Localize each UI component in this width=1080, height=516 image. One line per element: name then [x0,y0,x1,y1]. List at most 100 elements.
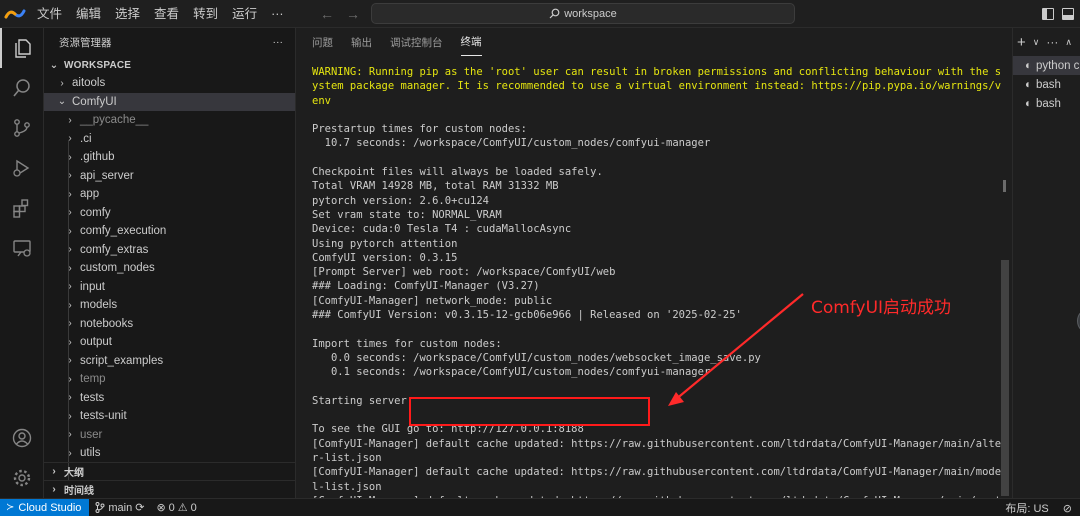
chevron-right-icon: › [68,281,72,293]
command-center-search[interactable]: workspace [371,3,795,24]
terminal-line: Total VRAM 14928 MB, total RAM 31332 MB [312,180,559,193]
tree-item[interactable]: › api_server [44,167,295,186]
chevron-right-icon: › [68,151,72,163]
chevron-right-icon: › [60,77,64,89]
annotation-label: ComfyUI启动成功 [811,298,952,318]
menu-item[interactable]: 查看 [147,0,186,28]
menu-bar: 文件 编辑 选择 查看 转到 运行 ··· [30,0,291,28]
panel-tab[interactable]: 调试控制台 [390,35,443,56]
tree-item[interactable]: › .ci [44,130,295,149]
terminal-line: Prestartup times for custom nodes: [312,123,527,136]
source-control-icon[interactable] [0,108,44,148]
sync-icon[interactable]: ⟳ [135,501,144,514]
terminal-panel: 问题 输出 调试控制台 终端 WARNING: Running pip as the … [297,28,1012,516]
tree-item[interactable]: › custom_nodes [44,259,295,278]
tree-item-label: notebooks [80,317,134,330]
remote-explorer-icon[interactable] [0,228,44,268]
terminal-scrollbar[interactable] [1001,260,1009,496]
panel-tabs: 问题 输出 调试控制台 终端 [297,28,1012,56]
run-debug-icon[interactable] [0,148,44,188]
tree-item[interactable]: › comfy_extras [44,241,295,260]
terminal-icon: ◐ [1025,59,1032,72]
terminal-output[interactable]: WARNING: Running pip as the 'root' user … [312,65,1002,516]
tree-item[interactable]: › script_examples [44,352,295,371]
tree-item-label: custom_nodes [80,262,155,275]
tree-item[interactable]: › app [44,185,295,204]
terminal-line: [Prompt Server] web root: /workspace/Com… [312,266,616,279]
terminal-list: + ∨ ··· ∧ ◐ python c ◐ bash ◐ bash [1012,28,1080,498]
chevron-right-icon: › [68,225,72,237]
terminal-line: ComfyUI version: 0.3.15 [312,251,458,264]
tree-item-label: temp [80,373,106,386]
panel-tab[interactable]: 输出 [351,35,372,56]
tree-item[interactable]: › comfy [44,204,295,223]
forward-arrow-icon[interactable]: → [346,6,360,22]
remote-icon: ≻ [6,502,15,513]
annotation-highlight-box [409,397,650,426]
tree-item[interactable]: › input [44,278,295,297]
tree-item[interactable]: › tests-unit [44,407,295,426]
tree-item[interactable]: › user [44,426,295,445]
tree-item[interactable]: › comfy_execution [44,222,295,241]
keyboard-layout[interactable]: 布局: US [1005,500,1048,516]
tree-item[interactable]: ⌄ ComfyUI [44,92,295,111]
new-terminal-button[interactable]: + [1017,34,1026,51]
tree-item[interactable]: › utils [44,444,295,463]
menu-item[interactable]: 选择 [108,0,147,28]
menu-item[interactable]: 编辑 [69,0,108,28]
menu-item[interactable]: 运行 [225,0,264,28]
chevron-right-icon: › [68,318,72,330]
extensions-icon[interactable] [0,188,44,228]
tree-item[interactable]: › output [44,333,295,352]
terminal-instance[interactable]: ◐ python c [1013,56,1080,75]
menu-item[interactable]: 文件 [30,0,69,28]
tree-item-label: script_examples [80,354,164,367]
terminal-instance[interactable]: ◐ bash [1013,75,1080,94]
terminal-icon: ◐ [1025,97,1032,110]
tree-item-label: models [80,299,118,312]
chevron-down-icon: ⌄ [57,96,67,108]
panel-tab[interactable]: 终端 [460,34,482,56]
terminal-line: 0.1 seconds: /workspace/ComfyUI/custom_n… [312,366,711,379]
settings-gear-icon[interactable] [0,458,44,498]
timeline-section-header[interactable]: › 时间线 [44,480,295,498]
tree-item-label: comfy [80,206,111,219]
tree-item[interactable]: › temp [44,370,295,389]
search-icon [549,8,560,19]
terminal-line: 10.7 seconds: /workspace/ComfyUI/custom_… [312,137,711,150]
tree-item[interactable]: › .github [44,148,295,167]
tree-item[interactable]: › __pycache__ [44,111,295,130]
tree-item[interactable]: › notebooks [44,315,295,334]
remote-indicator[interactable]: ≻ Cloud Studio [0,498,90,516]
search-text: workspace [564,7,617,20]
explorer-sidebar: 资源管理器 ··· ⌄ WORKSPACE › aitools ⌄ ComfyUI › _… [44,28,296,498]
terminal-instance[interactable]: ◐ bash [1013,94,1080,113]
notifications-icon[interactable]: ⊘ [1063,502,1072,515]
terminal-line: ### Loading: ComfyUI-Manager (V3.27) [312,280,540,293]
terminal-line: Import times for custom nodes: [312,337,502,350]
branch-status[interactable]: main ⟳ [89,501,150,514]
tree-item[interactable]: › tests [44,389,295,408]
chevron-right-icon: › [68,392,72,404]
chevron-down-icon[interactable]: ∨ [1033,37,1040,48]
more-actions-button[interactable]: ··· [1046,35,1058,49]
problems-status[interactable]: ⊗ 0 ⚠ 0 [150,501,202,515]
toggle-panel-icon[interactable] [1062,8,1074,20]
search-activity-icon[interactable] [0,68,44,108]
outline-section-header[interactable]: › 大纲 [44,462,295,480]
chevron-up-icon[interactable]: ∧ [1065,37,1072,48]
sidebar-bottom-sections: › 大纲 › 时间线 [44,462,295,498]
workspace-section-header[interactable]: ⌄ WORKSPACE [44,56,295,74]
account-icon[interactable] [0,418,44,458]
tree-item[interactable]: › models [44,296,295,315]
toggle-sidebar-icon[interactable] [1042,8,1054,20]
tree-item-label: .github [80,151,115,164]
panel-tab[interactable]: 问题 [312,35,333,56]
tree-item-label: ComfyUI [72,95,117,108]
sidebar-more-button[interactable]: ··· [273,36,284,48]
menu-item[interactable]: 转到 [186,0,225,28]
tree-item[interactable]: › aitools [44,74,295,93]
explorer-icon[interactable] [0,28,44,68]
menu-item[interactable]: ··· [264,0,291,28]
back-arrow-icon[interactable]: ← [320,6,334,22]
